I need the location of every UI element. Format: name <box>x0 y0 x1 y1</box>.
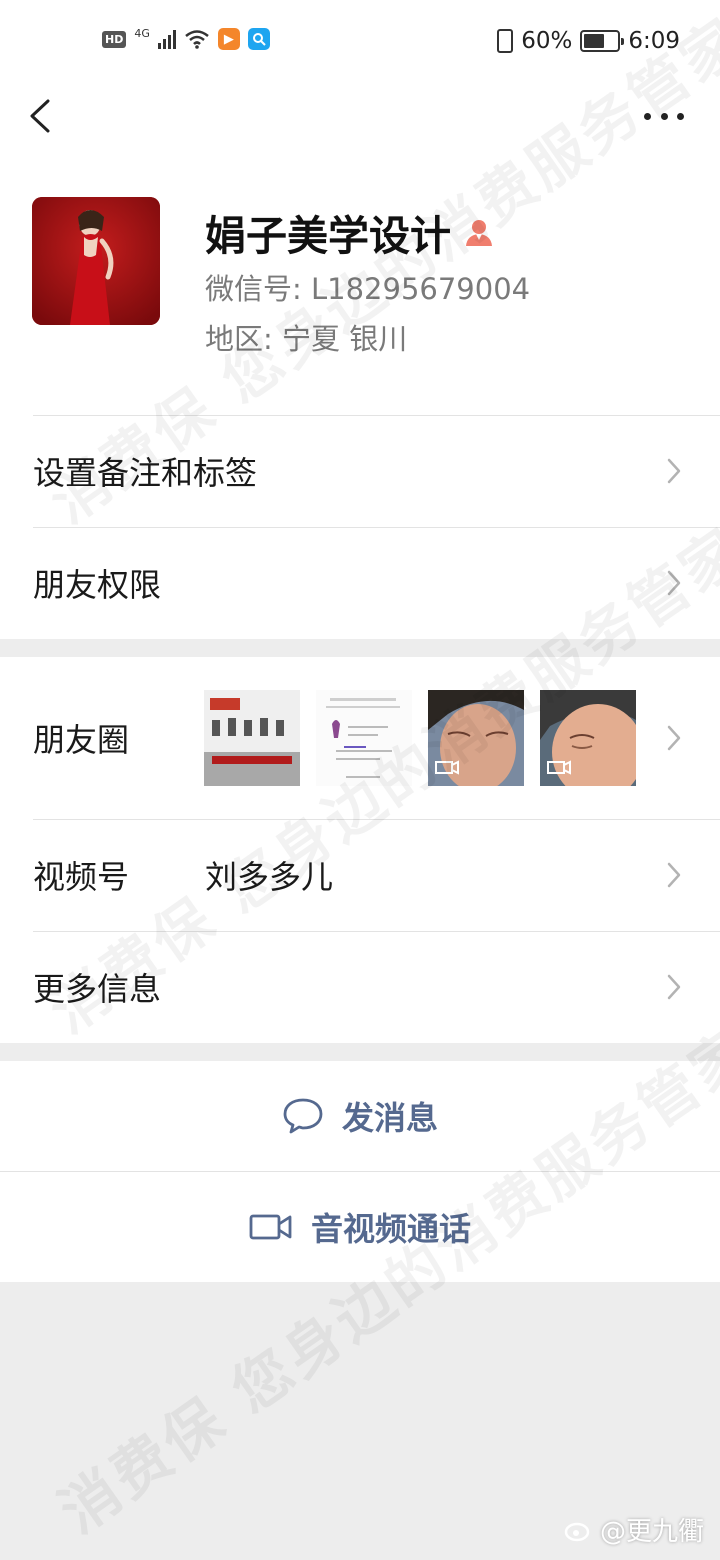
network-type: 4G <box>134 26 150 40</box>
status-left: HD 4G ▶ <box>102 26 270 50</box>
clock: 6:09 <box>628 28 680 54</box>
moment-thumbnail <box>316 690 412 786</box>
hd-badge: HD <box>102 30 127 48</box>
chevron-right-icon <box>667 974 681 1000</box>
chevron-right-icon <box>667 570 681 596</box>
chevron-right-icon <box>667 458 681 484</box>
remark-tags-label: 设置备注和标签 <box>33 454 258 492</box>
name-row: 娟子美学设计 <box>205 202 495 262</box>
signal-icon <box>157 29 176 49</box>
channels-value: 刘多多儿 <box>205 858 334 896</box>
vibrate-icon <box>497 29 514 53</box>
friend-permission-row[interactable]: 朋友权限 <box>0 527 720 639</box>
send-message-label: 发消息 <box>341 1099 438 1137</box>
profile-card: 娟子美学设计 微信号: L18295679004 地区: 宁夏 银川 <box>0 164 720 415</box>
contact-name: 娟子美学设计 <box>205 212 451 260</box>
audio-video-call-label: 音视频通话 <box>310 1210 471 1248</box>
friend-permission-label: 朋友权限 <box>33 566 162 604</box>
female-icon <box>466 220 492 246</box>
wechat-id: 微信号: L18295679004 <box>205 272 531 306</box>
more-info-row[interactable]: 更多信息 <box>0 931 720 1043</box>
avatar[interactable] <box>32 197 160 325</box>
remark-tags-row[interactable]: 设置备注和标签 <box>0 415 720 527</box>
video-app-icon: ▶ <box>217 28 240 50</box>
audio-video-call-button[interactable]: 音视频通话 <box>0 1172 720 1282</box>
channels-label: 视频号 <box>33 858 130 896</box>
settings-group: 设置备注和标签 朋友权限 <box>0 415 720 639</box>
info-group: 朋友圈 视频号 刘多多儿 更多信息 <box>0 657 720 1043</box>
more-info-label: 更多信息 <box>33 970 162 1008</box>
battery-icon <box>580 30 625 52</box>
status-right: 60% 6:09 <box>497 28 680 54</box>
credit-text: @更九衢 <box>599 1517 704 1547</box>
chat-bubble-icon <box>283 1098 323 1134</box>
moments-thumbnails <box>204 690 636 786</box>
source-credit: @更九衢 <box>564 1511 704 1548</box>
status-bar: HD 4G ▶ 60% 6:09 <box>0 0 720 84</box>
moments-row[interactable]: 朋友圈 <box>0 657 720 819</box>
chevron-right-icon <box>667 725 681 751</box>
region: 地区: 宁夏 银川 <box>205 322 408 356</box>
back-icon[interactable] <box>26 98 66 138</box>
wifi-icon <box>185 30 209 49</box>
channels-row[interactable]: 视频号 刘多多儿 <box>0 819 720 931</box>
moments-label: 朋友圈 <box>33 721 130 759</box>
moment-video-thumbnail <box>428 690 524 786</box>
send-message-button[interactable]: 发消息 <box>0 1061 720 1171</box>
battery-percent: 60% <box>521 28 573 54</box>
moment-thumbnail <box>204 690 300 786</box>
top-nav <box>0 84 720 164</box>
weibo-logo-icon <box>564 1522 590 1541</box>
video-camera-icon <box>249 1214 292 1240</box>
contact-profile-screen: HD 4G ▶ 60% 6:09 娟子美学设计 微信号: L1829567900… <box>0 0 720 1560</box>
more-dots-icon[interactable] <box>644 104 684 128</box>
moment-video-thumbnail <box>540 690 636 786</box>
chevron-right-icon <box>667 862 681 888</box>
search-app-icon <box>247 28 270 50</box>
